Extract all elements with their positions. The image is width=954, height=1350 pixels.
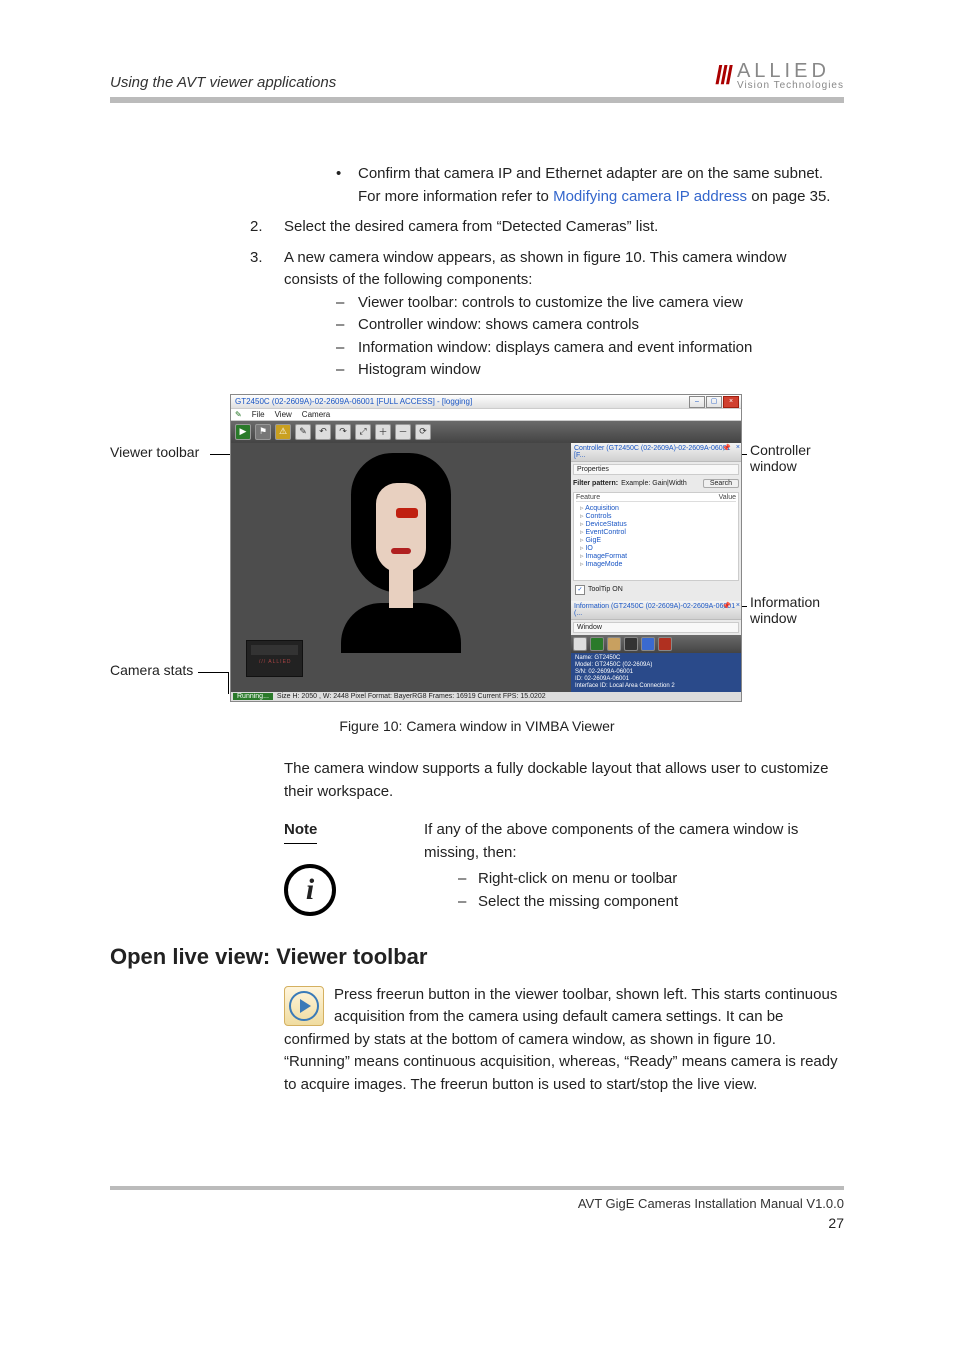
controller-panel-title: Controller (GT2450C (02-2609A)-02-2609A-… xyxy=(571,443,741,462)
figure-caption: Figure 10: Camera window in VIMBA Viewer xyxy=(110,718,844,734)
logo-subtitle: Vision Technologies xyxy=(737,81,844,91)
close-icon[interactable]: × xyxy=(736,602,740,609)
tool-icon[interactable]: ⚠ xyxy=(275,424,291,440)
close-icon[interactable]: × xyxy=(736,444,740,451)
sub-bullet: Confirm that camera IP and Ethernet adap… xyxy=(324,163,844,208)
step-2: 2.Select the desired camera from “Detect… xyxy=(250,216,844,239)
window-titlebar: GT2450C (02-2609A)-02-2609A-06001 [FULL … xyxy=(231,395,741,409)
dash-item: Viewer toolbar: controls to customize th… xyxy=(324,292,844,315)
tool-icon[interactable]: ⚑ xyxy=(255,424,271,440)
info-toolbar[interactable] xyxy=(571,635,741,653)
maximize-icon[interactable]: ▢ xyxy=(706,396,722,408)
note-block: Note i If any of the above components of… xyxy=(284,819,844,916)
steps-list: Confirm that camera IP and Ethernet adap… xyxy=(250,163,844,382)
menu-view[interactable]: View xyxy=(275,410,292,419)
zoom-out-icon[interactable]: － xyxy=(395,424,411,440)
tool-icon[interactable] xyxy=(607,637,621,651)
status-bar: Running... Size H: 2050 , W: 2448 Pixel … xyxy=(231,692,741,701)
tool-icon[interactable] xyxy=(573,637,587,651)
tool-icon[interactable] xyxy=(658,637,672,651)
zoom-in-icon[interactable]: ＋ xyxy=(375,424,391,440)
freerun-button[interactable] xyxy=(284,986,324,1026)
menu-camera[interactable]: Camera xyxy=(302,410,330,419)
live-view-area[interactable]: /// ALLIED xyxy=(231,443,571,693)
tool-icon[interactable] xyxy=(641,637,655,651)
logo: /// ALLIED Vision Technologies xyxy=(715,60,844,91)
dash-item: Histogram window xyxy=(324,359,844,382)
tree-item[interactable]: DeviceStatus xyxy=(580,520,736,528)
close-icon[interactable]: × xyxy=(723,396,739,408)
note-item: Select the missing component xyxy=(458,891,844,914)
vimba-camera-window: GT2450C (02-2609A)-02-2609A-06001 [FULL … xyxy=(230,394,742,703)
tool-icon[interactable] xyxy=(624,637,638,651)
info-icon: i xyxy=(284,864,336,916)
info-panel-title: Information (GT2450C (02-2609A)-02-2609A… xyxy=(571,601,741,620)
tool-icon[interactable]: ✎ xyxy=(295,424,311,440)
tooltip-checkbox[interactable]: ✓ xyxy=(575,585,585,595)
pin-icon[interactable]: 📌 xyxy=(722,444,731,452)
filter-label: Filter pattern: xyxy=(573,480,618,487)
status-running: Running... xyxy=(233,693,273,700)
note-text: If any of the above components of the ca… xyxy=(424,819,844,864)
tree-item[interactable]: ImageMode xyxy=(580,560,736,568)
menu-file[interactable]: File xyxy=(252,410,265,419)
pin-icon[interactable]: 📌 xyxy=(722,602,731,610)
body-paragraph: The camera window supports a fully docka… xyxy=(284,758,844,803)
menubar[interactable]: ✎ File View Camera xyxy=(231,409,741,421)
running-header: Using the AVT viewer applications xyxy=(110,74,336,91)
zoom-fit-icon[interactable]: ⤢ xyxy=(355,424,371,440)
annot-camera-stats: Camera stats xyxy=(110,662,193,678)
play-icon xyxy=(289,991,319,1021)
tool-icon[interactable]: ↷ xyxy=(335,424,351,440)
search-button[interactable]: Search xyxy=(703,479,739,488)
tree-item[interactable]: IO xyxy=(580,544,736,552)
camera-prop: /// ALLIED xyxy=(246,640,303,677)
refresh-icon[interactable]: ⟳ xyxy=(415,424,431,440)
tree-item[interactable]: ImageFormat xyxy=(580,552,736,560)
filter-example: Example: Gain|Width xyxy=(621,480,687,487)
footer-rule xyxy=(110,1186,844,1190)
note-item: Right-click on menu or toolbar xyxy=(458,868,844,891)
freerun-icon[interactable]: ▶ xyxy=(235,424,251,440)
dash-item: Controller window: shows camera controls xyxy=(324,314,844,337)
logo-title: ALLIED xyxy=(737,61,844,81)
info-body: Name: GT2450C Model: GT2450C (02-2609A) … xyxy=(571,653,741,693)
link-modify-ip[interactable]: Modifying camera IP address xyxy=(553,188,747,205)
section-heading: Open live view: Viewer toolbar xyxy=(110,944,844,970)
footer-doc-title: AVT GigE Cameras Installation Manual V1.… xyxy=(110,1196,844,1211)
step-3: 3.A new camera window appears, as shown … xyxy=(250,247,844,382)
tool-icon[interactable] xyxy=(590,637,604,651)
tree-item[interactable]: EventControl xyxy=(580,528,736,536)
annot-controller-window: Controllerwindow xyxy=(750,442,811,474)
tree-item[interactable]: Acquisition xyxy=(580,504,736,512)
annot-viewer-toolbar: Viewer toolbar xyxy=(110,444,199,460)
annot-information-window: Informationwindow xyxy=(750,594,820,626)
logo-slash-icon: /// xyxy=(715,60,731,91)
dash-item: Information window: displays camera and … xyxy=(324,337,844,360)
tree-item[interactable]: Controls xyxy=(580,512,736,520)
header-rule xyxy=(110,97,844,103)
note-label: Note xyxy=(284,819,317,844)
feature-tree[interactable]: FeatureValue Acquisition Controls Device… xyxy=(573,492,739,581)
tree-item[interactable]: GigE xyxy=(580,536,736,544)
status-details: Size H: 2050 , W: 2448 Pixel Format: Bay… xyxy=(277,693,546,700)
tooltip-label: ToolTip ON xyxy=(588,586,623,593)
viewer-toolbar[interactable]: ▶ ⚑ ⚠ ✎ ↶ ↷ ⤢ ＋ － ⟳ xyxy=(231,421,741,443)
page-number: 27 xyxy=(110,1215,844,1231)
tool-icon[interactable]: ↶ xyxy=(315,424,331,440)
info-window-tab[interactable]: Window xyxy=(573,622,739,633)
minimize-icon[interactable]: – xyxy=(689,396,705,408)
live-view-paragraph: Press freerun button in the viewer toolb… xyxy=(284,986,838,1093)
properties-tab[interactable]: Properties xyxy=(573,464,739,475)
